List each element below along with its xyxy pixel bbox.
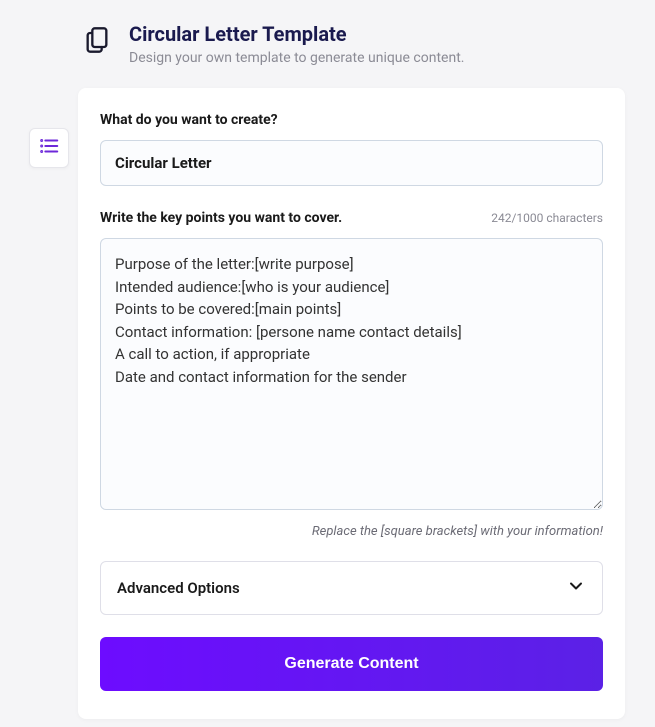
hint-text: Replace the [square brackets] with your … xyxy=(100,524,603,539)
page-subtitle: Design your own template to generate uni… xyxy=(129,50,464,66)
form-card: What do you want to create? Write the ke… xyxy=(78,88,625,719)
chevron-down-icon xyxy=(566,576,586,600)
create-label: What do you want to create? xyxy=(100,112,603,128)
copy-icon xyxy=(83,26,111,54)
keypoints-textarea[interactable] xyxy=(100,238,603,510)
page-title: Circular Letter Template xyxy=(129,22,464,46)
sidebar-toggle[interactable] xyxy=(29,128,69,168)
char-count: 242/1000 characters xyxy=(491,211,603,225)
advanced-options-label: Advanced Options xyxy=(117,579,240,597)
list-icon xyxy=(38,135,60,161)
create-input[interactable] xyxy=(100,140,603,186)
page-header: Circular Letter Template Design your own… xyxy=(0,0,655,78)
advanced-options-toggle[interactable]: Advanced Options xyxy=(100,561,603,615)
generate-button[interactable]: Generate Content xyxy=(100,637,603,691)
keypoints-label: Write the key points you want to cover. xyxy=(100,210,342,226)
